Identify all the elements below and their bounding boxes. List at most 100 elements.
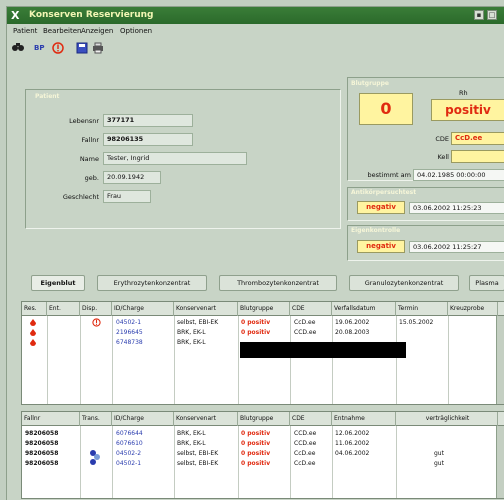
- table-cell[interactable]: 6748738: [116, 338, 172, 347]
- table-cell[interactable]: 0 positiv: [241, 439, 289, 448]
- col-verfallsdatum[interactable]: Verfallsdatum: [332, 302, 396, 316]
- blood-drop-icon: [30, 329, 36, 336]
- menu-optionen[interactable]: Optionen: [120, 24, 152, 38]
- save-icon[interactable]: [75, 42, 89, 54]
- table-cell[interactable]: 20.08.2003: [335, 328, 393, 337]
- menu-patient[interactable]: Patient: [13, 24, 37, 38]
- col-konservenart[interactable]: Konservenart: [174, 302, 238, 316]
- name-field[interactable]: Tester, Ingrid: [103, 152, 247, 165]
- table-cell[interactable]: CcD.ee: [294, 459, 330, 468]
- col-vertraeglichkeit[interactable]: verträglichkeit: [396, 412, 498, 426]
- table-cell[interactable]: 04502-2: [116, 449, 172, 458]
- col-cde[interactable]: CDE: [290, 412, 332, 426]
- menu-bar: Patient Bearbeiten Anzeigen Optionen: [7, 24, 504, 38]
- col-konservenart[interactable]: Konservenart: [174, 412, 238, 426]
- col-divider: [47, 316, 48, 404]
- blood-icon[interactable]: BP: [33, 42, 47, 54]
- birthdate-field[interactable]: 20.09.1942: [103, 171, 161, 184]
- table-cell[interactable]: 6076644: [116, 429, 172, 438]
- col-divider: [80, 426, 81, 498]
- table-cell[interactable]: CCD.ee: [294, 429, 330, 438]
- table-cell[interactable]: selbst, EBI-EK: [177, 449, 237, 458]
- col-termin[interactable]: Termin: [396, 302, 448, 316]
- table-cell[interactable]: 2196645: [116, 328, 172, 337]
- col-ent[interactable]: Ent.: [47, 302, 80, 316]
- col-divider: [112, 316, 113, 404]
- table-cell[interactable]: 04502-1: [116, 318, 172, 327]
- table-cell[interactable]: 04.06.2002: [335, 449, 393, 458]
- alert-icon[interactable]: [51, 42, 65, 54]
- title-bar[interactable]: X Konserven Reservierung ▪ □: [7, 7, 504, 24]
- binoculars-icon[interactable]: [11, 42, 25, 54]
- col-cde[interactable]: CDE: [290, 302, 332, 316]
- col-res[interactable]: Res.: [22, 302, 47, 316]
- selfcheck-result: negativ: [357, 240, 405, 253]
- transfusion-table: Fallnr Trans. ID/Charge Konservenart Blu…: [21, 411, 504, 499]
- col-fallnr[interactable]: Fallnr: [22, 412, 80, 426]
- col-trans[interactable]: Trans.: [80, 412, 112, 426]
- col-blutgruppe[interactable]: Blutgruppe: [238, 412, 290, 426]
- table-cell[interactable]: 0 positiv: [241, 328, 289, 337]
- lebensnr-field[interactable]: 377171: [103, 114, 193, 127]
- tab-thrombozytenkonzentrat[interactable]: Thrombozytenkonzentrat: [219, 275, 337, 291]
- scrollbar[interactable]: [496, 426, 504, 498]
- minimize-button[interactable]: ▪: [474, 10, 484, 20]
- kell-label: Kell: [437, 153, 449, 161]
- print-icon[interactable]: [91, 42, 105, 54]
- table-cell[interactable]: BRK, EK-L: [177, 328, 237, 337]
- fallnr-field[interactable]: 98206135: [103, 133, 193, 146]
- gender-field[interactable]: Frau: [103, 190, 151, 203]
- col-blutgruppe[interactable]: Blutgruppe: [238, 302, 290, 316]
- menu-bearbeiten[interactable]: Bearbeiten: [43, 24, 81, 38]
- table-cell[interactable]: 15.05.2002: [399, 318, 447, 327]
- tab-plasma[interactable]: Plasma: [469, 275, 504, 291]
- table-cell[interactable]: 19.06.2002: [335, 318, 393, 327]
- col-kreuzprobe[interactable]: Kreuzprobe: [448, 302, 498, 316]
- label-lebensnr: Lebensnr: [69, 117, 99, 125]
- kell-value: [451, 150, 504, 163]
- label-fallnr: Fallnr: [81, 136, 99, 144]
- table-cell[interactable]: 98206058: [25, 459, 79, 468]
- tab-erythrozytenkonzentrat[interactable]: Erythrozytenkonzentrat: [97, 275, 207, 291]
- tab-eigenblut[interactable]: Eigenblut: [31, 275, 85, 291]
- table-cell[interactable]: gut: [434, 449, 464, 458]
- col-divider: [396, 426, 397, 498]
- transfusion-icon: [90, 450, 100, 465]
- toolbar: BP: [7, 38, 504, 58]
- table-cell[interactable]: 98206058: [25, 429, 79, 438]
- table-cell[interactable]: 98206058: [25, 449, 79, 458]
- table-cell[interactable]: 11.06.2002: [335, 439, 393, 448]
- table-cell[interactable]: gut: [434, 459, 464, 468]
- table-cell[interactable]: 04502-1: [116, 459, 172, 468]
- menu-anzeigen[interactable]: Anzeigen: [81, 24, 113, 38]
- table-cell[interactable]: BRK, EK-L: [177, 338, 237, 347]
- table-cell[interactable]: 0 positiv: [241, 429, 289, 438]
- col-id-charge[interactable]: ID/Charge: [112, 412, 174, 426]
- table-cell[interactable]: selbst, EBI-EK: [177, 459, 237, 468]
- table-cell[interactable]: selbst, EBI-EK: [177, 318, 237, 327]
- table-cell[interactable]: [335, 459, 393, 468]
- label-geschlecht: Geschlecht: [62, 193, 99, 201]
- tab-granulozytenkonzentrat[interactable]: Granulozytenkonzentrat: [349, 275, 459, 291]
- col-entnahme[interactable]: Entnahme: [332, 412, 396, 426]
- col-id-charge[interactable]: ID/Charge: [112, 302, 174, 316]
- table-cell[interactable]: 12.06.2002: [335, 429, 393, 438]
- table-cell[interactable]: 0 positiv: [241, 459, 289, 468]
- main-window: X Konserven Reservierung ▪ □ Patient Bea…: [6, 6, 504, 500]
- table-cell[interactable]: CcD.ee: [294, 449, 330, 458]
- table-cell[interactable]: 0 positiv: [241, 449, 289, 458]
- table-cell[interactable]: CcD.ee: [294, 318, 330, 327]
- table-cell[interactable]: BRK, EK-L: [177, 429, 237, 438]
- col-divider: [238, 426, 239, 498]
- scrollbar[interactable]: [496, 316, 504, 404]
- table-cell[interactable]: CCD.ee: [294, 439, 330, 448]
- table-cell[interactable]: 98206058: [25, 439, 79, 448]
- table-cell[interactable]: 0 positiv: [241, 318, 289, 327]
- table-cell[interactable]: 6076610: [116, 439, 172, 448]
- col-divider: [174, 316, 175, 404]
- cde-value: CcD.ee: [451, 132, 504, 145]
- col-disp[interactable]: Disp.: [80, 302, 112, 316]
- table-cell[interactable]: BRK, EK-L: [177, 439, 237, 448]
- table-cell[interactable]: CCD.ee: [294, 328, 330, 337]
- maximize-button[interactable]: □: [487, 10, 497, 20]
